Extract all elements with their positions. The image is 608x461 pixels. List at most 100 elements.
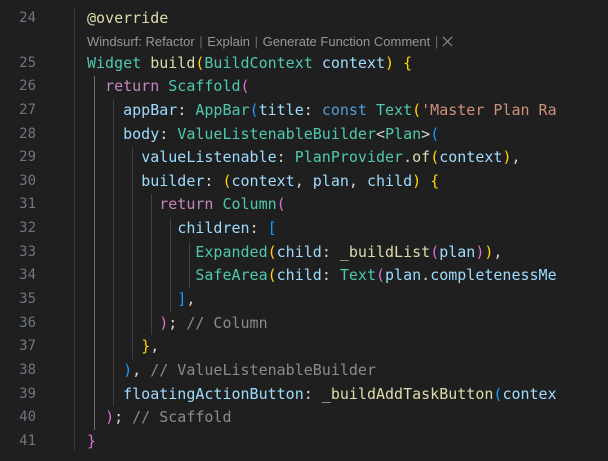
code-line-34: SafeArea(child: Text(plan.completenessMe [87,265,557,285]
code-line-38: ), // ValueListenableBuilder [87,360,376,380]
codelens-bar: Windsurf: Refactor | Explain | Generate … [87,33,453,51]
explain-codelens-link[interactable]: Explain [207,34,250,49]
code-line-31: return Column( [87,194,285,214]
line-number: 40 [19,409,36,425]
token: contex [502,385,557,403]
token: ) [105,408,115,426]
token: floatingActionButton [123,385,304,403]
line-number: 35 [19,291,36,307]
token: child [276,266,322,284]
token: : [303,385,313,403]
line-number: 30 [19,173,36,189]
token: ( [267,266,277,284]
token: build [150,54,196,72]
refactor-codelens-link[interactable]: Windsurf: Refactor [87,34,195,49]
token: // ValueListenableBuilder [150,361,376,379]
line-number: 29 [19,149,36,165]
token: return [159,195,214,213]
token: , [150,337,160,355]
token: ( [430,148,440,166]
token: Scaffold [168,77,241,95]
code-line-24: @override [87,8,168,28]
token: Expanded [195,243,268,261]
token: , [132,361,142,379]
close-icon[interactable] [442,36,453,47]
token: ; [114,408,124,426]
token: , [511,148,521,166]
token: ( [430,243,440,261]
line-number: 32 [19,220,36,236]
token: children [177,219,250,237]
token: Widget [87,54,142,72]
code-line-30: builder: (context, plan, child) { [87,171,439,191]
token: , [294,172,304,190]
token: // Scaffold [132,408,232,426]
token: ( [430,125,440,143]
token: : [321,266,331,284]
code-line-41: } [87,431,96,451]
token: _buildList [339,243,431,261]
token: . [421,266,431,284]
code-line-39: floatingActionButton: _buildAddTaskButto… [87,384,557,404]
token: Plan [385,125,422,143]
code-line-35: ], [87,289,195,309]
token: { [430,172,440,190]
token: } [141,337,151,355]
token: 'Master Plan Ra [421,101,557,119]
token: Text [339,266,376,284]
token: title [258,101,304,119]
line-number: 33 [19,244,36,260]
code-line-32: children: [ [87,218,277,238]
token: context [231,172,295,190]
line-number: 26 [19,78,36,94]
code-line-33: Expanded(child: _buildList(plan)), [87,242,502,262]
line-number: 28 [19,126,36,142]
token: { [403,54,413,72]
line-number: 31 [19,196,36,212]
token: : [204,172,214,190]
token: . [403,148,413,166]
line-number: 27 [19,102,36,118]
token: return [105,77,160,95]
generate-comment-codelens-link[interactable]: Generate Function Comment [263,34,431,49]
token: ; [168,314,178,332]
token: [ [267,219,277,237]
token: ( [412,101,422,119]
line-number: 34 [19,267,36,283]
token: : [159,125,169,143]
outer-indent-guide [74,8,75,450]
token: plan [385,266,422,284]
token: : [276,148,286,166]
line-number: 24 [19,10,36,26]
token: Text [376,101,413,119]
code-line-27: appBar: AppBar(title: const Text('Master… [87,100,557,120]
token: builder [141,172,205,190]
code-line-40: ); // Scaffold [87,407,232,427]
token: : [249,219,259,237]
token: ValueListenableBuilder [177,125,376,143]
code-line-25: Widget build(BuildContext context) { [87,53,412,73]
token: context [321,54,386,72]
token: ) [123,361,133,379]
line-number: 25 [19,55,36,71]
token: : [177,101,187,119]
token: ( [267,243,277,261]
code-editor[interactable]: 24 25 26 27 28 29 30 31 32 33 34 35 36 3… [0,0,608,461]
token: const [321,101,367,119]
token: completenessMe [430,266,557,284]
token: > [421,125,431,143]
token: ] [177,290,187,308]
token: } [87,432,97,450]
token: ( [249,101,259,119]
token: ( [222,172,232,190]
token: child [276,243,322,261]
token: body [123,125,160,143]
line-number: 37 [19,338,36,354]
token: ) [412,172,422,190]
token: , [186,290,196,308]
code-line-29: valueListenable: PlanProvider.of(context… [87,147,521,167]
token: plan [439,243,476,261]
token: child [366,172,413,190]
token: Column [222,195,277,213]
annotation: @override [87,9,169,27]
